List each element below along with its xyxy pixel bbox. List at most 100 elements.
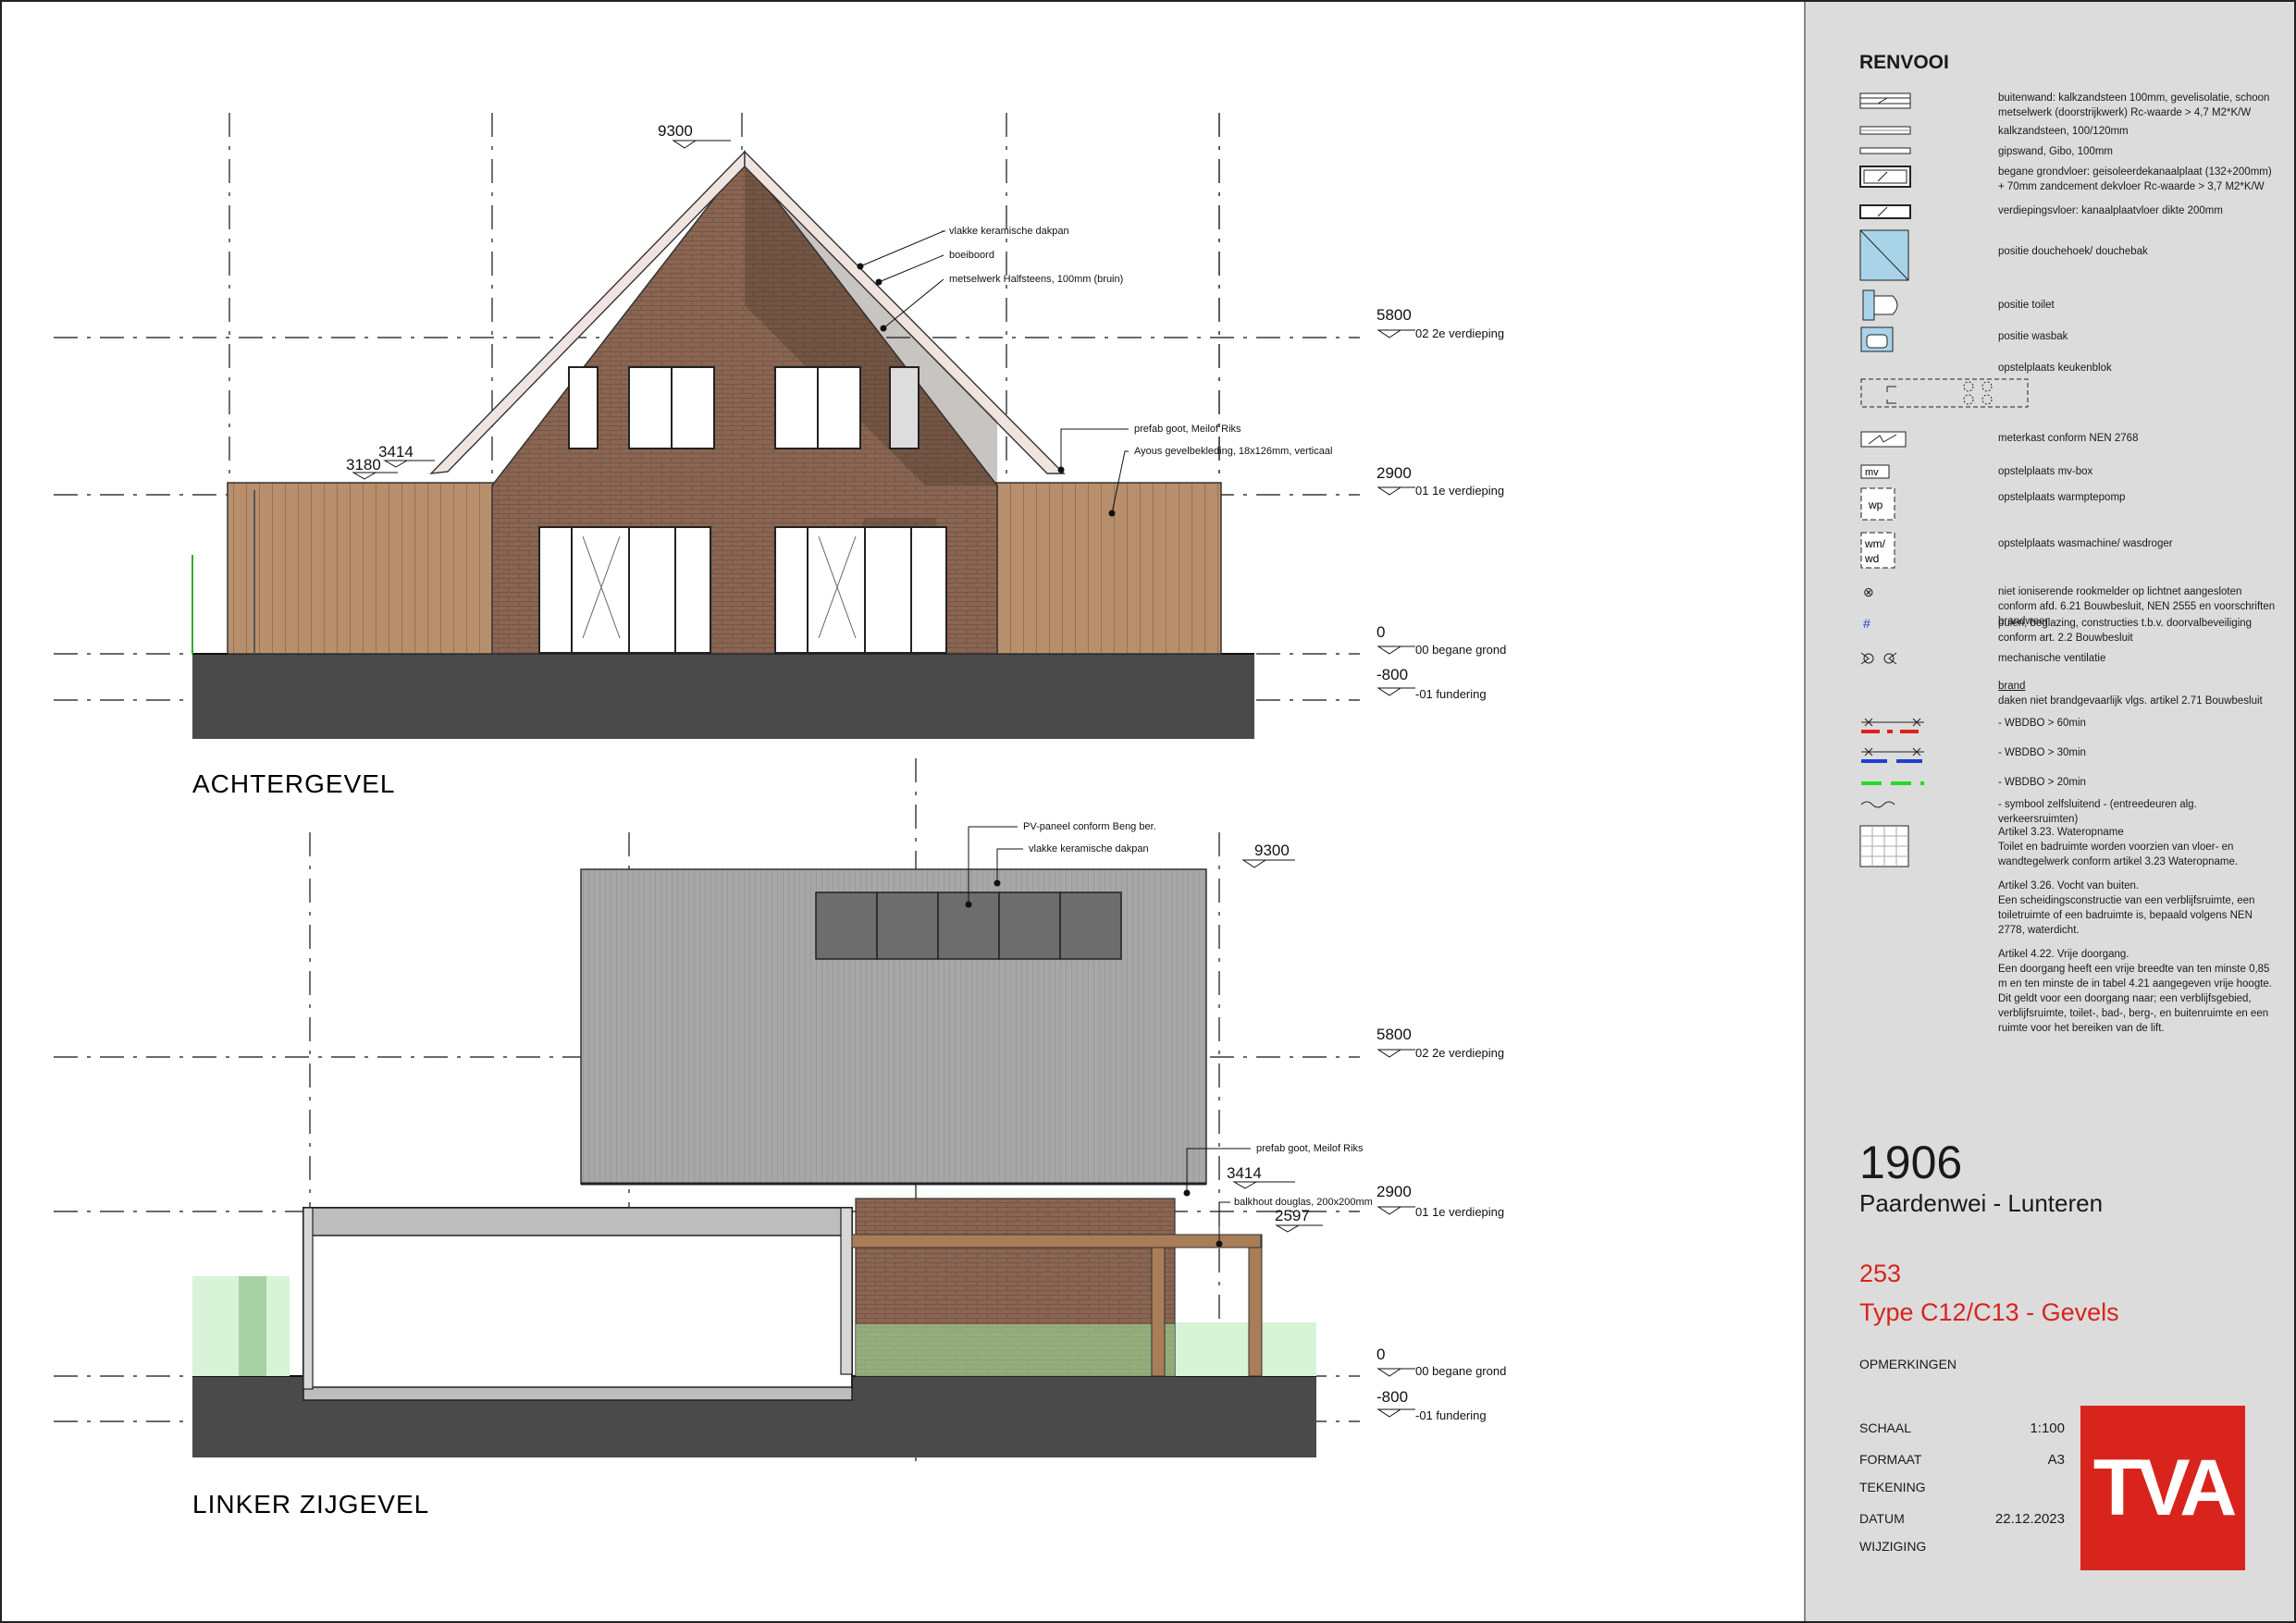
article-heading: Artikel 3.26. Vocht van buiten. <box>1998 880 2140 891</box>
rear-level-minus800: -800 <box>1376 666 1408 683</box>
ventilation-icon <box>1860 652 1897 665</box>
side-level-markers: 5800 02 2e verdieping 2900 01 1e verdiep… <box>1376 1026 1506 1422</box>
rear-note-brickwork: metselwerk Halfsteens, 100mm (bruin) <box>949 274 1123 285</box>
washbasin-icon <box>1860 326 1894 352</box>
date-value: 22.12.2023 <box>1994 1511 2065 1527</box>
side-note-gutter: prefab goot, Meilof Riks <box>1256 1143 1364 1154</box>
legend-item-text: gipswand, Gibo, 100mm <box>1998 146 2114 157</box>
legend-brand-text: daken niet brandgevaarlijk vlgs. artikel… <box>1998 695 2263 707</box>
legend-item-text: opstelplaats warmptepomp <box>1998 492 2126 503</box>
svg-text:wd: wd <box>1864 552 1879 565</box>
hash-icon: # <box>1863 616 1870 631</box>
remarks-label: OPMERKINGEN <box>1859 1357 1957 1371</box>
rear-level-minus800-label: -01 fundering <box>1415 687 1487 701</box>
project-name: Paardenwei - Lunteren <box>1859 1189 2104 1217</box>
svg-text:mv: mv <box>1865 467 1879 478</box>
project-number: 1906 <box>1859 1137 1963 1188</box>
legend-item-text: meterkast conform NEN 2768 <box>1998 433 2139 444</box>
legend-item-text: puien, beglazing, constructies t.b.v. do… <box>1998 618 2253 644</box>
self-closing-icon <box>1860 801 1895 808</box>
rear-level-5800-label: 02 2e verdieping <box>1415 326 1504 340</box>
outer-wall-icon <box>1859 92 1911 109</box>
legend-brand-head: brand <box>1998 681 2026 692</box>
side-level-5800-label: 02 2e verdieping <box>1415 1046 1504 1060</box>
rear-level-2900: 2900 <box>1376 464 1412 482</box>
sheet-number: 253 <box>1859 1260 1902 1287</box>
mv-box-icon: mv <box>1860 464 1890 479</box>
article-heading: Artikel 4.22. Vrije doorgang. <box>1998 949 2129 960</box>
rear-note-cladding: Ayous gevelbekleding, 18x126mm, verticaa… <box>1134 446 1332 457</box>
meter-cupboard-icon <box>1860 431 1907 448</box>
floor-slab-icon <box>1859 204 1911 219</box>
rear-note-gutter: prefab goot, Meilof Riks <box>1134 424 1241 435</box>
side-level-0: 0 <box>1376 1346 1385 1363</box>
rear-right-cladding-wall <box>994 482 1222 655</box>
legend-fire-text: - WBDBO > 30min <box>1998 747 2086 758</box>
revision-label: WIJZIGING <box>1859 1539 1927 1554</box>
legend-title: RENVOOI <box>1859 52 1949 73</box>
legend-item-text: kalkzandsteen, 100/120mm <box>1998 126 2129 137</box>
tva-logo-text: TVA <box>2092 1444 2238 1532</box>
rear-level-0: 0 <box>1376 623 1385 641</box>
rear-elevation: 9300 3414 3180 vlakke keramische dakpan … <box>191 122 1506 798</box>
rear-eave-height-right: 3414 <box>378 443 414 461</box>
side-canopy-height: 2597 <box>1275 1207 1310 1224</box>
legend-sidebar: RENVOOI buitenwand: kalkzandsteen 100mm,… <box>1804 0 2296 1623</box>
side-ridge-height: 9300 <box>1254 842 1290 859</box>
side-level-2900-label: 01 1e verdieping <box>1415 1205 1504 1219</box>
legend-item-text: opstelplaats mv-box <box>1998 466 2093 477</box>
wbdbo-20-icon <box>1861 781 1924 785</box>
legend-article-list: Artikel 3.23. Wateropname Toilet en badr… <box>1998 825 2276 1036</box>
article-text: Een doorgang heeft een vrije breedte van… <box>1998 964 2273 1034</box>
rear-level-0-label: 00 begane grond <box>1415 643 1506 657</box>
side-view-title: LINKER ZIJGEVEL <box>192 1490 429 1518</box>
gypsum-wall-icon <box>1859 147 1911 154</box>
side-level-minus800-label: -01 fundering <box>1415 1408 1487 1422</box>
side-hedge-right <box>1175 1322 1316 1376</box>
article-text: Een scheidingsconstructie van een verbli… <box>1998 895 2255 936</box>
side-note-roof-tile: vlakke keramische dakpan <box>1029 843 1149 855</box>
rear-note-roof-tile: vlakke keramische dakpan <box>949 226 1069 237</box>
legend-fire-text: - WBDBO > 20min <box>1998 777 2086 788</box>
drawing-label: TEKENING <box>1859 1480 1926 1494</box>
article-text: Toilet en badruimte worden voorzien van … <box>1998 842 2239 867</box>
wbdbo-30-icon <box>1861 747 1924 763</box>
format-value: A3 <box>2047 1452 2065 1468</box>
rear-left-cladding-wall <box>227 482 497 655</box>
legend-fire-text: - WBDBO > 60min <box>1998 718 2086 729</box>
side-level-minus800: -800 <box>1376 1388 1408 1406</box>
rear-ground <box>192 654 1254 739</box>
side-level-0-label: 00 begane grond <box>1415 1364 1506 1378</box>
side-level-2900: 2900 <box>1376 1183 1412 1200</box>
tile-grid-icon <box>1859 825 1909 867</box>
sheet-title: Type C12/C13 - Gevels <box>1859 1298 2119 1326</box>
legend-item-text: positie wasbak <box>1998 331 2068 342</box>
sand-lime-wall-icon <box>1859 126 1911 135</box>
side-level-5800: 5800 <box>1376 1026 1412 1043</box>
elevation-drawings: 9300 3414 3180 vlakke keramische dakpan … <box>54 113 1506 1518</box>
rear-eave-height-left: 3180 <box>346 456 381 473</box>
rear-view-title: ACHTERGEVEL <box>192 769 396 798</box>
rear-level-5800: 5800 <box>1376 306 1412 324</box>
legend-item-text: mechanische ventilatie <box>1998 653 2106 664</box>
svg-text:wm/: wm/ <box>1864 537 1886 550</box>
scale-value: 1:100 <box>2030 1420 2065 1436</box>
rear-ridge-height: 9300 <box>658 122 693 140</box>
side-elevation: PV-paneel conform Beng ber. vlakke keram… <box>192 821 1506 1518</box>
shower-icon <box>1859 229 1909 281</box>
legend-item-text: positie douchehoek/ douchebak <box>1998 246 2148 257</box>
rear-note-fascia: boeiboord <box>949 250 994 261</box>
rear-level-2900-label: 01 1e verdieping <box>1415 484 1504 498</box>
side-eave-height: 3414 <box>1227 1164 1262 1182</box>
legend-item-text: verdiepingsvloer: kanaalplaatvloer dikte… <box>1998 205 2223 216</box>
heat-pump-icon: wp <box>1860 487 1895 521</box>
legend-item-text: opstelplaats keukenblok <box>1998 363 2112 374</box>
ground-floor-icon <box>1859 166 1911 188</box>
legend-item-text: positie toilet <box>1998 300 2055 311</box>
legend-item-text: begane grondvloer: geisoleerdekanaalplaa… <box>1998 166 2272 192</box>
wbdbo-60-icon <box>1861 718 1924 733</box>
article-heading: Artikel 3.23. Wateropname <box>1998 827 2124 838</box>
smoke-detector-icon: ⊗ <box>1863 584 1874 599</box>
rear-level-markers: 5800 02 2e verdieping 2900 01 1e verdiep… <box>1376 306 1506 701</box>
tva-logo: TVA <box>2080 1406 2245 1570</box>
